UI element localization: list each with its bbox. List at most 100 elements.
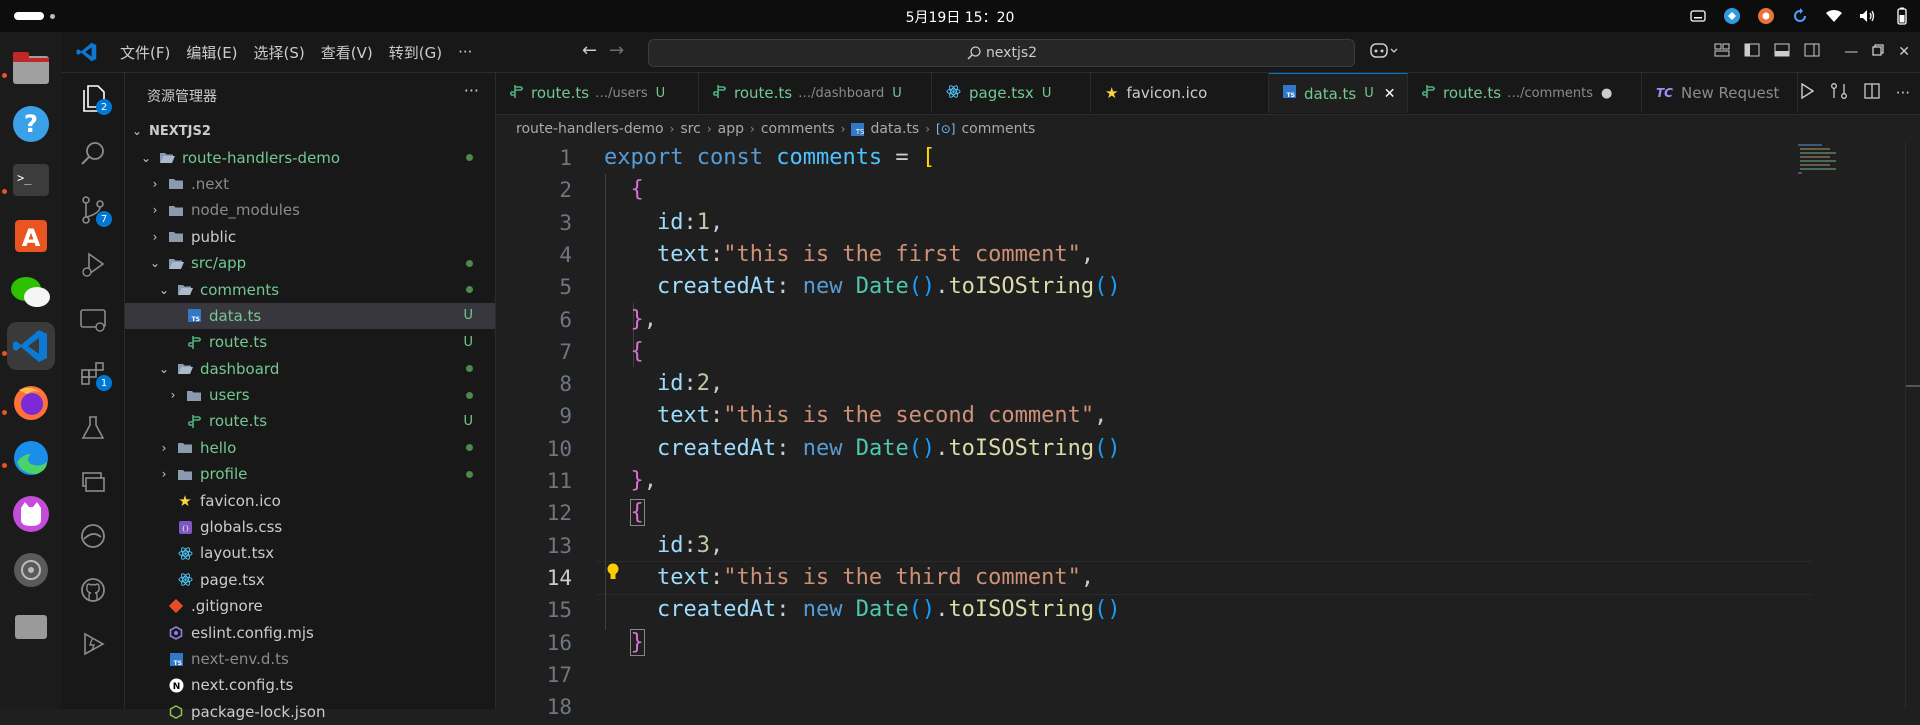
tree-item[interactable]: ★ favicon.ico [125, 487, 495, 513]
editor-tab[interactable]: route.ts …/users U [496, 73, 699, 113]
disk-app-icon[interactable] [7, 546, 55, 594]
explorer-more-actions[interactable]: ··· [464, 81, 479, 100]
files-app-icon[interactable] [7, 44, 55, 92]
vscode-app-icon[interactable] [7, 322, 55, 370]
tree-item[interactable]: › hello [125, 435, 495, 461]
copilot-icon[interactable] [1370, 42, 1400, 64]
battery-icon[interactable] [1892, 6, 1912, 26]
minimap[interactable] [1798, 142, 1858, 202]
minimize-icon[interactable]: — [1844, 44, 1858, 60]
toggle-primary-sidebar-icon[interactable] [1744, 43, 1760, 61]
close-tab-icon[interactable]: ✕ [1384, 86, 1396, 102]
menu-go[interactable]: 转到(G) [381, 42, 450, 63]
github-icon[interactable] [74, 571, 112, 609]
menu-file[interactable]: 文件(F) [112, 42, 178, 63]
source-control-icon[interactable]: 7 [74, 191, 112, 229]
tree-item-label: next-env.d.ts [191, 650, 289, 668]
breadcrumb-item[interactable]: comments [961, 121, 1035, 137]
menu-more[interactable]: ··· [450, 43, 480, 61]
wechat-app-icon[interactable] [7, 268, 55, 316]
help-app-icon[interactable]: ? [7, 100, 55, 148]
wifi-icon[interactable] [1824, 6, 1844, 26]
svg-text:TS: TS [191, 316, 199, 322]
tree-item[interactable]: › .next [125, 171, 495, 197]
keyboard-icon[interactable] [1688, 6, 1708, 26]
chevron-right-icon: › [925, 122, 931, 136]
editor-tab[interactable]: TC New Request [1642, 73, 1798, 113]
tree-item[interactable]: › public [125, 224, 495, 250]
tree-item[interactable]: TS data.ts U [125, 302, 495, 330]
breadcrumb-item[interactable]: app [718, 121, 744, 137]
customize-layout-icon[interactable] [1714, 43, 1730, 61]
tree-item[interactable]: Nnext.config.ts [125, 672, 495, 698]
tree-item[interactable]: route.ts U [125, 329, 495, 355]
testing-icon[interactable] [74, 409, 112, 447]
code-editor[interactable]: 1 2 3 4 5 6 7 8 9 10 11 12 13 14 15 16 17 18 export const… [496, 142, 1920, 719]
menu-selection[interactable]: 选择(S) [246, 42, 313, 63]
explorer-icon[interactable]: 2 [74, 79, 112, 117]
editor-tab[interactable]: route.ts …/dashboard U [699, 73, 932, 113]
tree-item[interactable]: › node_modules [125, 197, 495, 223]
forward-arrow-icon[interactable]: → [609, 40, 624, 61]
tree-item[interactable]: layout.tsx [125, 540, 495, 566]
close-window-icon[interactable]: ✕ [1898, 44, 1910, 60]
sync-app-icon[interactable] [1722, 6, 1742, 26]
git-status-badge: U [463, 308, 473, 324]
terminal-app-icon[interactable]: >_ [7, 156, 55, 204]
menu-edit[interactable]: 编辑(E) [178, 42, 245, 63]
toggle-panel-icon[interactable] [1774, 43, 1790, 61]
breadcrumb-item[interactable]: route-handlers-demo [516, 121, 664, 137]
system-clock[interactable]: 5月19日 15：20 [0, 7, 1920, 27]
breadcrumb-item[interactable]: data.ts [870, 121, 919, 137]
tree-item[interactable]: › profile [125, 461, 495, 487]
tree-item[interactable]: ⌄ route-handlers-demo [125, 144, 495, 170]
update-icon[interactable] [1790, 6, 1810, 26]
tree-item-label: package-lock.json [191, 702, 326, 721]
restore-icon[interactable] [1872, 44, 1884, 60]
breadcrumb-item[interactable]: comments [761, 121, 835, 137]
command-center-search[interactable]: nextjs2 [648, 39, 1355, 67]
tray-app-icon[interactable] [1756, 6, 1776, 26]
back-arrow-icon[interactable]: ← [582, 40, 597, 61]
editor-tab[interactable]: TS data.ts U ✕ [1269, 73, 1408, 113]
tree-item[interactable]: eslint.config.mjs [125, 619, 495, 645]
drive-app-icon[interactable] [7, 600, 55, 648]
volume-icon[interactable] [1858, 6, 1878, 26]
edge-devtools-icon[interactable] [74, 517, 112, 555]
menu-view[interactable]: 查看(V) [313, 42, 381, 63]
containers-icon[interactable] [74, 463, 112, 501]
app-center-icon[interactable]: A [7, 212, 55, 260]
tree-item-label: node_modules [191, 201, 300, 220]
vertical-scrollbar[interactable] [1905, 142, 1920, 709]
extensions-icon[interactable]: 1 [74, 355, 112, 393]
tree-item[interactable]: package-lock.json [125, 699, 495, 725]
tree-item[interactable]: ⌄ dashboard [125, 356, 495, 382]
split-editor-icon[interactable] [1864, 83, 1880, 103]
breadcrumb-item[interactable]: src [680, 121, 700, 137]
editor-tab[interactable]: ★ favicon.ico [1091, 73, 1269, 113]
run-debug-icon[interactable] [74, 245, 112, 283]
editor-tab[interactable]: route.ts …/comments ● [1408, 73, 1642, 113]
tree-item[interactable]: › users [125, 382, 495, 408]
thunder-client-icon[interactable] [74, 625, 112, 663]
tree-item[interactable]: TS next-env.d.ts [125, 646, 495, 672]
remote-explorer-icon[interactable] [74, 301, 112, 339]
tree-item[interactable]: ⌄ comments [125, 276, 495, 302]
toggle-secondary-sidebar-icon[interactable] [1804, 43, 1820, 61]
tree-item[interactable]: ⌄ src/app [125, 250, 495, 276]
edge-app-icon[interactable] [7, 434, 55, 482]
tree-item[interactable]: route.ts U [125, 408, 495, 434]
firefox-app-icon[interactable] [7, 378, 55, 426]
tree-item[interactable]: .gitignore [125, 593, 495, 619]
line-number: 12 [546, 501, 572, 526]
editor-tab[interactable]: page.tsx U [932, 73, 1091, 113]
cat-app-icon[interactable] [7, 490, 55, 538]
compare-changes-icon[interactable] [1830, 82, 1848, 104]
workspace-root[interactable]: ⌄ NEXTJS2 [125, 118, 495, 144]
tree-item[interactable]: {} globals.css [125, 514, 495, 540]
tree-item-label: data.ts [209, 306, 262, 325]
run-icon[interactable] [1800, 82, 1814, 103]
tree-item[interactable]: page.tsx [125, 567, 495, 593]
search-view-icon[interactable] [74, 135, 112, 173]
more-actions-icon[interactable]: ··· [1896, 84, 1910, 102]
